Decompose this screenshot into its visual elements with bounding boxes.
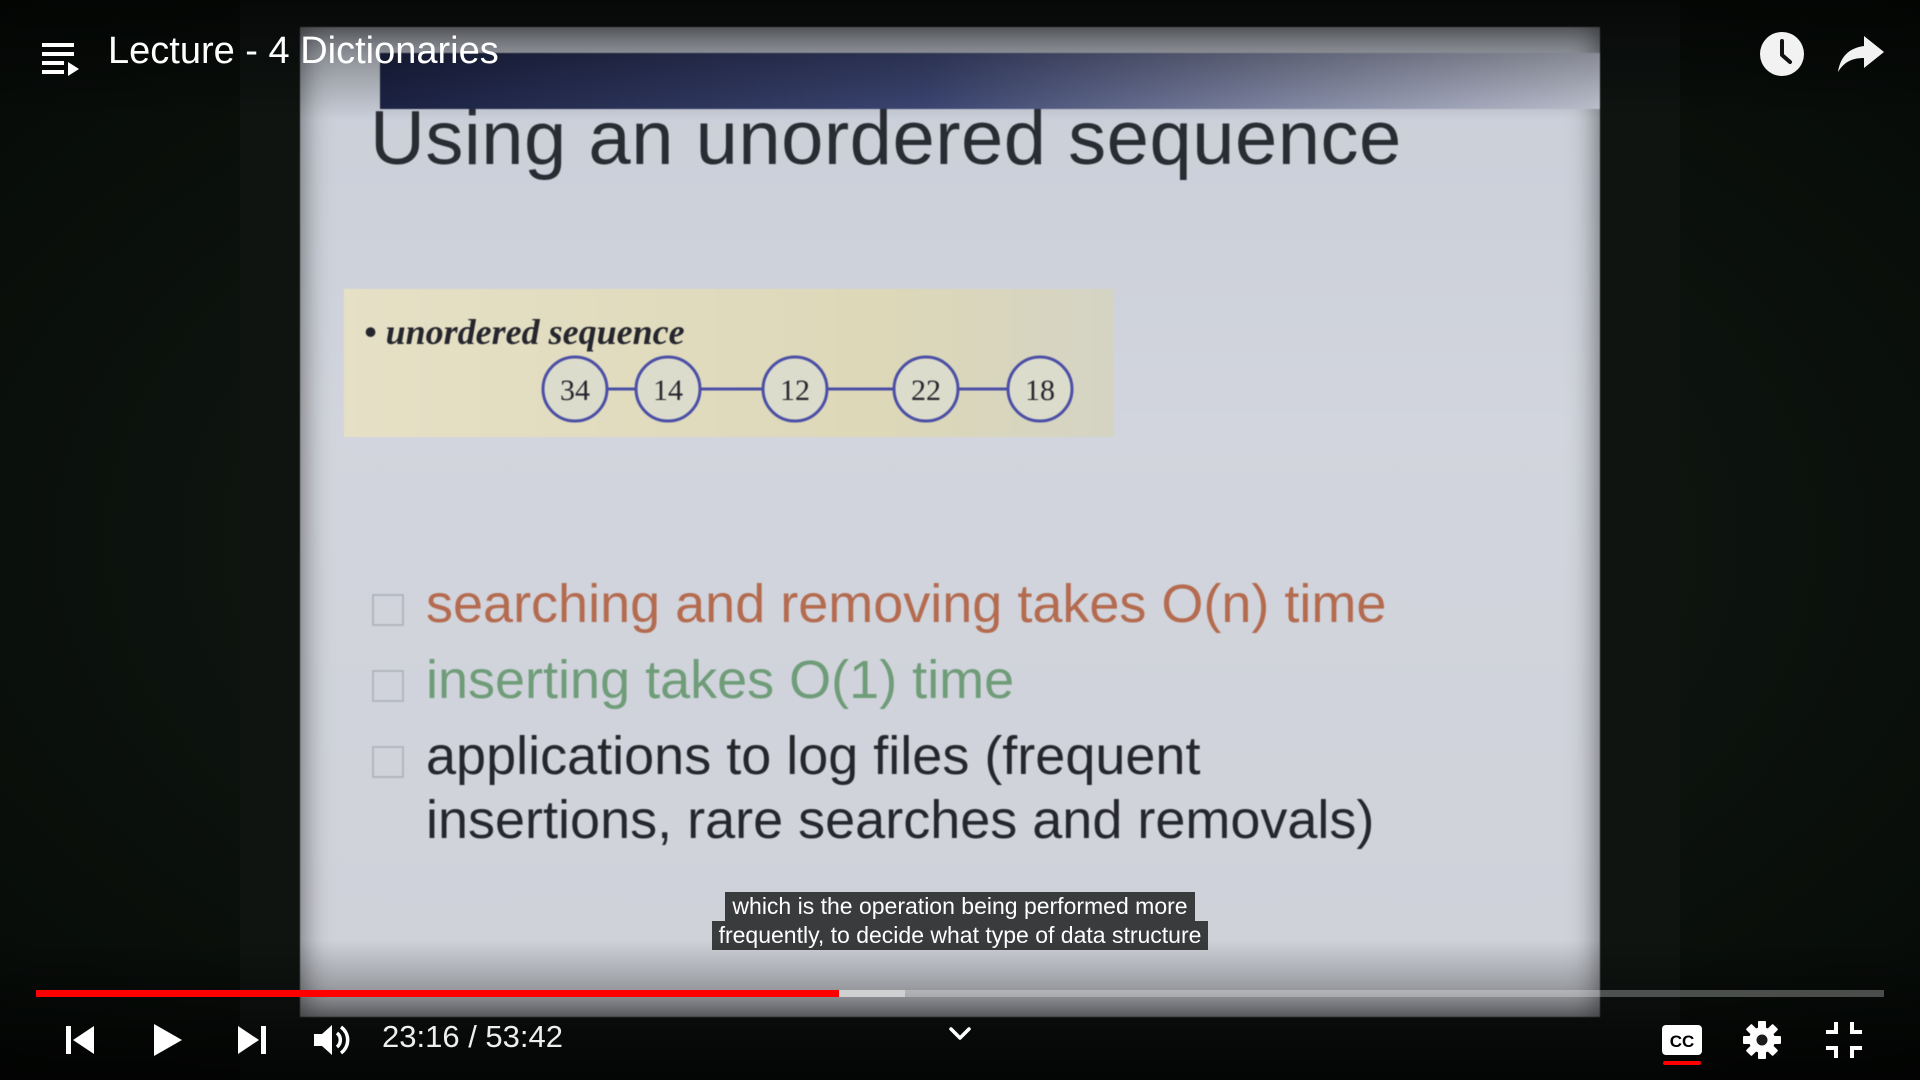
time-display: 23:16 / 53:42 bbox=[382, 1019, 563, 1054]
sequence-node: 22 bbox=[892, 355, 960, 423]
sequence-node: 34 bbox=[541, 355, 609, 423]
caption-line: which is the operation being performed m… bbox=[725, 892, 1195, 921]
checkbox-bullet-icon bbox=[372, 670, 404, 702]
slide-point-text: inserting takes O(1) time bbox=[426, 650, 1015, 710]
progress-played bbox=[36, 990, 839, 997]
slide-points: searching and removing takes O(n) time i… bbox=[370, 572, 1570, 864]
video-title[interactable]: Lecture - 4 Dictionaries bbox=[108, 30, 499, 73]
progress-bar[interactable] bbox=[36, 990, 1884, 997]
sequence-node: 18 bbox=[1006, 355, 1074, 423]
chevron-down-icon[interactable] bbox=[946, 1022, 974, 1046]
slide-point: searching and removing takes O(n) time bbox=[370, 572, 1570, 636]
slide-point-text: insertions, rare searches and removals) bbox=[426, 790, 1375, 850]
captions-cc-icon[interactable]: CC bbox=[1660, 1018, 1704, 1062]
volume-icon[interactable] bbox=[310, 1018, 354, 1062]
sequence-panel: • unordered sequence 34 14 12 22 18 bbox=[344, 289, 1114, 437]
sequence-node: 12 bbox=[761, 355, 829, 423]
settings-gear-icon[interactable] bbox=[1740, 1018, 1784, 1062]
top-bar: Lecture - 4 Dictionaries bbox=[0, 0, 1920, 120]
node-value: 14 bbox=[653, 374, 683, 407]
checkbox-bullet-icon bbox=[372, 594, 404, 626]
slide-point-text: applications to log files (frequent bbox=[426, 726, 1201, 786]
slide-point-continuation: insertions, rare searches and removals) bbox=[370, 788, 1570, 852]
watch-later-clock-icon[interactable] bbox=[1758, 30, 1806, 78]
playlist-icon[interactable] bbox=[40, 38, 80, 78]
checkbox-bullet-icon bbox=[372, 746, 404, 778]
node-value: 34 bbox=[560, 374, 590, 407]
node-value: 12 bbox=[780, 374, 810, 407]
slide-point-text: searching and removing takes O(n) time bbox=[426, 574, 1387, 634]
play-icon[interactable] bbox=[144, 1018, 188, 1062]
node-value: 18 bbox=[1025, 374, 1055, 407]
controls-gradient bbox=[0, 940, 1920, 1080]
svg-text:CC: CC bbox=[1670, 1032, 1695, 1051]
exit-fullscreen-icon[interactable] bbox=[1822, 1018, 1866, 1062]
slide-point: applications to log files (frequent bbox=[370, 724, 1570, 788]
previous-icon[interactable] bbox=[58, 1018, 102, 1062]
captions-active-indicator bbox=[1663, 1061, 1701, 1065]
linked-sequence-diagram: 34 14 12 22 18 bbox=[541, 355, 1074, 423]
next-icon[interactable] bbox=[230, 1018, 274, 1062]
slide-point: inserting takes O(1) time bbox=[370, 648, 1570, 712]
node-value: 22 bbox=[911, 374, 941, 407]
sequence-node: 14 bbox=[634, 355, 702, 423]
share-arrow-icon[interactable] bbox=[1836, 32, 1886, 76]
lecture-slide: Using an unordered sequence • unordered … bbox=[300, 27, 1600, 1017]
